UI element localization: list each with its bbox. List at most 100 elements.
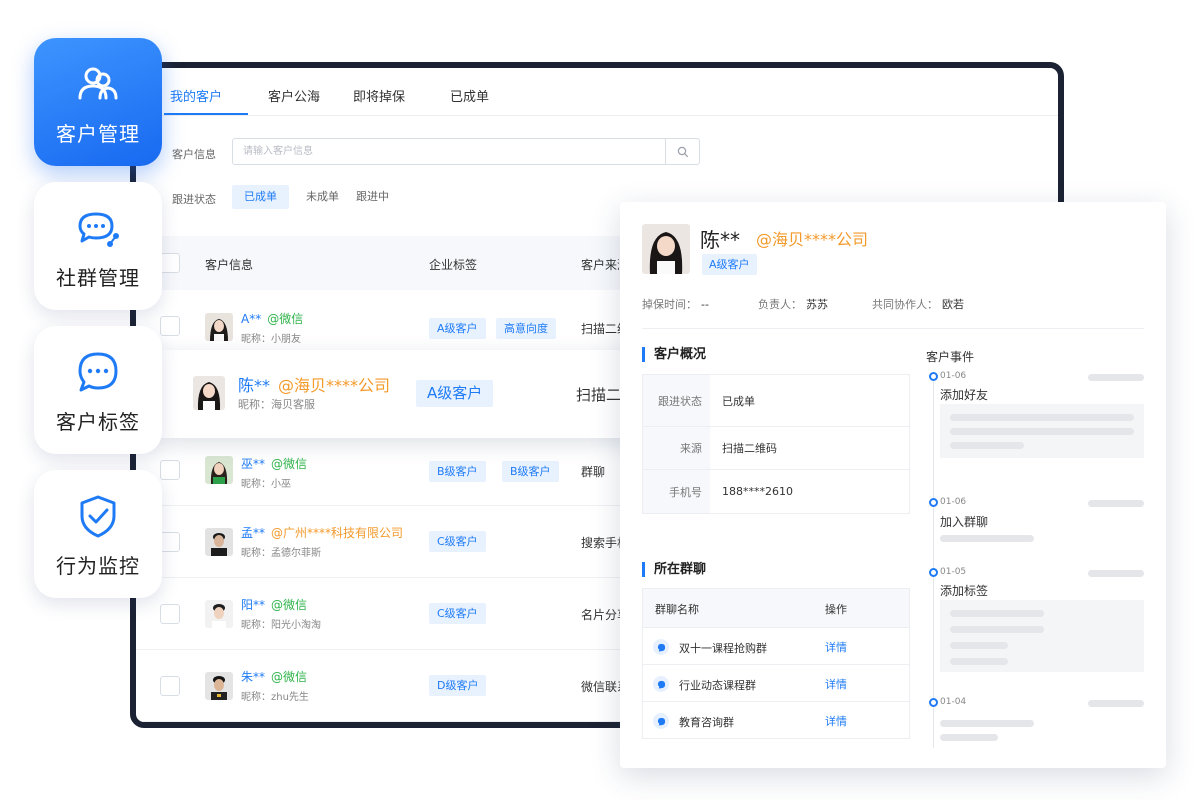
active-tab-indicator xyxy=(164,113,248,115)
customer-nickname: 昵称：小巫 xyxy=(241,479,291,490)
tab-closed-deals[interactable]: 已成单 xyxy=(450,86,489,105)
search-input[interactable] xyxy=(233,139,667,164)
status-option-not-closed[interactable]: 未成单 xyxy=(294,185,351,209)
customer-source-tag: @海贝****公司 xyxy=(278,376,391,395)
group-chat-icon xyxy=(653,676,669,692)
feature-card-behavior-monitoring[interactable]: 行为监控 xyxy=(34,470,162,598)
group-row: 双十一课程抢购群 详情 xyxy=(643,627,909,664)
feature-label: 客户管理 xyxy=(56,122,140,146)
placeholder-bar xyxy=(950,642,1008,649)
customer-name[interactable]: 巫** @微信 xyxy=(241,455,307,472)
customer-nickname: 昵称：阳光小淘淘 xyxy=(241,620,321,631)
overview-table: 跟进状态 已成单 来源 扫描二维码 手机号 188****2610 xyxy=(642,374,910,514)
customer-name[interactable]: 陈** @海贝****公司 xyxy=(238,372,390,396)
enterprise-tag: C级客户 xyxy=(429,603,486,624)
message-tag-icon xyxy=(78,352,118,392)
meta-expire-time: 掉保时间： -- xyxy=(642,298,709,311)
customer-nickname: 昵称：孟德尔菲斯 xyxy=(241,548,321,559)
customer-nickname: 昵称：小朋友 xyxy=(241,334,301,345)
customer-source: 搜索手机号 xyxy=(581,536,625,550)
group-row: 教育咨询群 详情 xyxy=(643,701,909,738)
customer-source: 扫描二维码 xyxy=(581,322,625,336)
overview-key: 跟进状态 xyxy=(643,375,710,426)
placeholder-bar xyxy=(950,428,1134,435)
column-customer-info: 客户信息 xyxy=(205,258,254,272)
customer-detail-panel: 陈** @海贝****公司 A级客户 掉保时间： -- 负责人： 苏苏 共同协作人：… xyxy=(620,202,1166,768)
event-title: 加入群聊 xyxy=(940,515,989,529)
search-button[interactable] xyxy=(665,139,699,164)
group-chat-icon xyxy=(653,713,669,729)
group-name: 教育咨询群 xyxy=(679,716,734,729)
customer-name[interactable]: 孟** @广州****科技有限公司 xyxy=(241,524,403,541)
tab-expiring[interactable]: 即将掉保 xyxy=(353,86,405,105)
customer-nickname: 昵称：zhu先生 xyxy=(241,692,309,703)
meta-owner: 负责人： 苏苏 xyxy=(758,298,828,311)
event-date: 01-05 xyxy=(940,567,967,577)
row-checkbox[interactable] xyxy=(160,532,180,552)
feature-card-customer-management[interactable]: 客户管理 xyxy=(34,38,162,166)
highlighted-customer-row[interactable]: 陈**@海贝****公司 昵称：海贝客服 A级客户 扫描二维码 xyxy=(160,350,670,438)
group-chat-icon xyxy=(653,639,669,655)
overview-row: 来源 扫描二维码 xyxy=(643,427,909,470)
enterprise-tag: A级客户 xyxy=(416,380,494,407)
event-title: 添加好友 xyxy=(940,388,989,402)
feature-card-community-management[interactable]: 社群管理 xyxy=(34,182,162,310)
group-name: 行业动态课程群 xyxy=(679,679,756,692)
status-option-closed[interactable]: 已成单 xyxy=(232,185,289,209)
customer-name[interactable]: A** @微信 xyxy=(241,310,303,327)
column-customer-source: 客户来源 xyxy=(581,258,619,272)
divider xyxy=(642,328,1144,329)
group-detail-link[interactable]: 详情 xyxy=(825,639,847,655)
row-checkbox[interactable] xyxy=(160,604,180,624)
group-detail-link[interactable]: 详情 xyxy=(825,713,847,729)
timeline-dot xyxy=(929,498,938,507)
timeline-dot xyxy=(929,372,938,381)
row-checkbox[interactable] xyxy=(160,316,180,336)
column-action: 操作 xyxy=(825,603,847,616)
customer-nickname: 昵称：海贝客服 xyxy=(238,398,315,411)
event-date: 01-04 xyxy=(940,697,967,707)
customer-source: 群聊 xyxy=(581,465,606,479)
enterprise-tag: B级客户 xyxy=(429,461,486,482)
avatar xyxy=(205,456,233,484)
row-checkbox[interactable] xyxy=(160,676,180,696)
avatar xyxy=(205,600,233,628)
overview-value: 已成单 xyxy=(722,394,755,408)
event-title: 添加标签 xyxy=(940,584,989,598)
shield-check-icon xyxy=(80,495,116,538)
customer-source-tag: @微信 xyxy=(267,312,304,326)
customer-source-tag: @微信 xyxy=(271,457,308,471)
search-icon xyxy=(677,146,688,157)
select-all-checkbox[interactable] xyxy=(160,253,180,273)
status-option-following[interactable]: 跟进中 xyxy=(344,185,401,209)
group-detail-link[interactable]: 详情 xyxy=(825,676,847,692)
customer-source: 扫描二维码 xyxy=(576,386,620,404)
enterprise-tag: C级客户 xyxy=(429,531,486,552)
placeholder-bar xyxy=(940,535,1034,542)
feature-card-customer-tags[interactable]: 客户标签 xyxy=(34,326,162,454)
meta-collaborator: 共同协作人： 欧若 xyxy=(872,298,964,311)
placeholder-bar xyxy=(950,442,1024,449)
tab-customer-pool[interactable]: 客户公海 xyxy=(268,86,320,105)
customer-source: 微信联系人 xyxy=(581,680,625,694)
timeline-dot xyxy=(929,568,938,577)
detail-level-tag: A级客户 xyxy=(702,254,757,275)
detail-avatar xyxy=(642,224,690,274)
row-checkbox[interactable] xyxy=(160,460,180,480)
placeholder-bar xyxy=(950,626,1044,633)
overview-value: 扫描二维码 xyxy=(722,442,777,455)
customer-name[interactable]: 朱** @微信 xyxy=(241,668,307,685)
stage: 我的客户 客户公海 即将掉保 已成单 客户信息 跟进状态 已成单 未成单 跟进中… xyxy=(0,0,1200,800)
placeholder-bar xyxy=(1088,500,1144,507)
customer-source-tag: @微信 xyxy=(271,598,308,612)
avatar xyxy=(205,528,233,556)
placeholder-bar xyxy=(950,610,1044,617)
section-title-groups: 所在群聊 xyxy=(642,562,706,577)
feature-label: 客户标签 xyxy=(56,410,140,434)
follow-status-label: 跟进状态 xyxy=(172,193,216,206)
placeholder-bar xyxy=(1088,374,1144,381)
tab-my-customers[interactable]: 我的客户 xyxy=(170,86,222,105)
customer-name[interactable]: 阳** @微信 xyxy=(241,596,307,613)
customer-source-tag: @广州****科技有限公司 xyxy=(271,526,404,540)
overview-row: 跟进状态 已成单 xyxy=(643,375,909,427)
